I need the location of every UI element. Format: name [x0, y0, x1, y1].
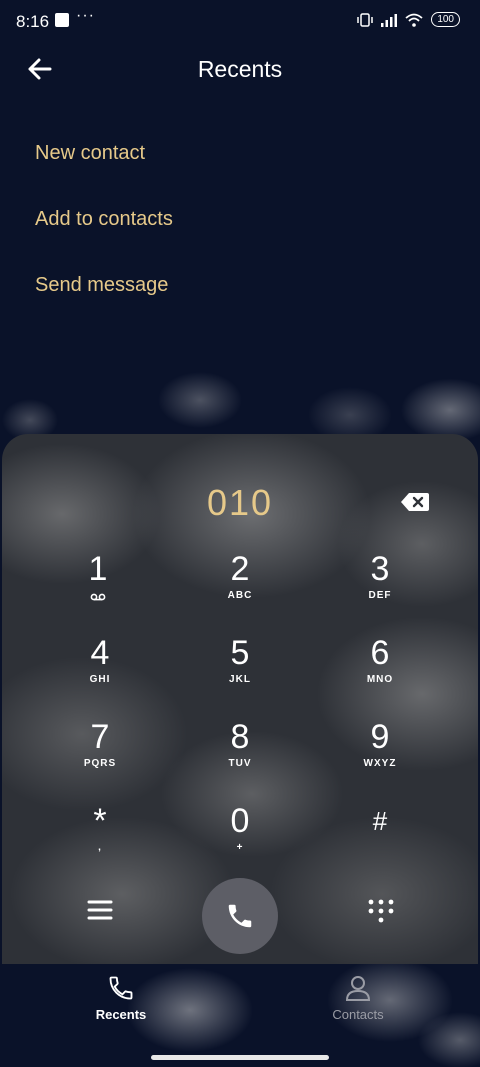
add-to-contacts-option[interactable]: Add to contacts — [35, 202, 173, 268]
tab-contacts-label: Contacts — [332, 1007, 384, 1022]
key-9[interactable]: 9 WXYZ — [320, 718, 440, 788]
key-digit: 2 — [230, 550, 250, 588]
signal-icon — [381, 13, 398, 27]
key-4[interactable]: 4 GHI — [40, 634, 160, 704]
key-1[interactable]: 1 — [38, 550, 158, 620]
backspace-icon[interactable] — [400, 491, 430, 513]
key-digit: 1 — [88, 550, 108, 588]
key-letters: MNO — [366, 674, 394, 685]
key-digit: * — [93, 802, 107, 840]
key-digit: 4 — [90, 634, 110, 672]
key-digit: 9 — [370, 718, 390, 756]
notification-icon — [55, 13, 69, 27]
key-star[interactable]: * , — [40, 802, 160, 872]
key-0[interactable]: 0 + — [180, 802, 300, 872]
key-8[interactable]: 8 TUV — [180, 718, 300, 788]
key-3[interactable]: 3 DEF — [320, 550, 440, 620]
tab-recents[interactable]: Recents — [61, 974, 181, 1022]
battery-icon: 100 — [431, 12, 460, 27]
key-letters: WXYZ — [363, 758, 397, 769]
more-notifications-icon: ··· — [76, 7, 95, 24]
key-letters: DEF — [368, 590, 392, 601]
tab-contacts[interactable]: Contacts — [298, 974, 418, 1022]
key-2[interactable]: 2 ABC — [180, 550, 300, 620]
key-5[interactable]: 5 JKL — [180, 634, 300, 704]
key-letters: GHI — [89, 674, 111, 685]
key-letters: JKL — [229, 674, 251, 685]
key-6[interactable]: 6 MNO — [320, 634, 440, 704]
voicemail-icon — [90, 593, 106, 601]
vibrate-icon — [357, 12, 374, 27]
dialpad-icon[interactable] — [366, 898, 396, 928]
tab-recents-label: Recents — [95, 1007, 147, 1022]
home-indicator[interactable] — [151, 1055, 329, 1060]
page-title: Recents — [197, 56, 283, 82]
key-digit: 6 — [370, 634, 390, 672]
key-hash[interactable]: # — [320, 802, 440, 872]
send-message-option[interactable]: Send message — [35, 268, 173, 334]
contacts-icon — [345, 976, 371, 1001]
key-letters: , — [98, 842, 102, 853]
key-digit: 3 — [370, 550, 390, 588]
status-bar: 8:16 ··· 100 — [0, 0, 480, 44]
key-7[interactable]: 7 PQRS — [40, 718, 160, 788]
key-digit: # — [372, 806, 388, 836]
status-icons: 100 — [357, 12, 460, 27]
new-contact-option[interactable]: New contact — [35, 136, 173, 202]
menu-icon[interactable] — [86, 896, 114, 924]
key-letters: ABC — [227, 590, 253, 601]
wifi-icon — [405, 13, 423, 27]
status-time: 8:16 — [16, 12, 50, 31]
dialer-panel: 010 1 2 ABC 3 DEF 4 GHI 5 JKL 6 MNO 7 PQ… — [2, 434, 478, 964]
phone-icon — [109, 976, 133, 1000]
key-letters: + — [236, 842, 244, 853]
call-button[interactable] — [202, 878, 278, 954]
key-digit: 5 — [230, 634, 250, 672]
key-letters: TUV — [228, 758, 252, 769]
action-menu: New contact Add to contacts Send message — [35, 136, 173, 334]
key-letters: PQRS — [83, 758, 117, 769]
phone-icon — [228, 904, 252, 928]
key-digit: 7 — [90, 718, 110, 756]
key-digit: 8 — [230, 718, 250, 756]
key-digit: 0 — [230, 802, 250, 840]
